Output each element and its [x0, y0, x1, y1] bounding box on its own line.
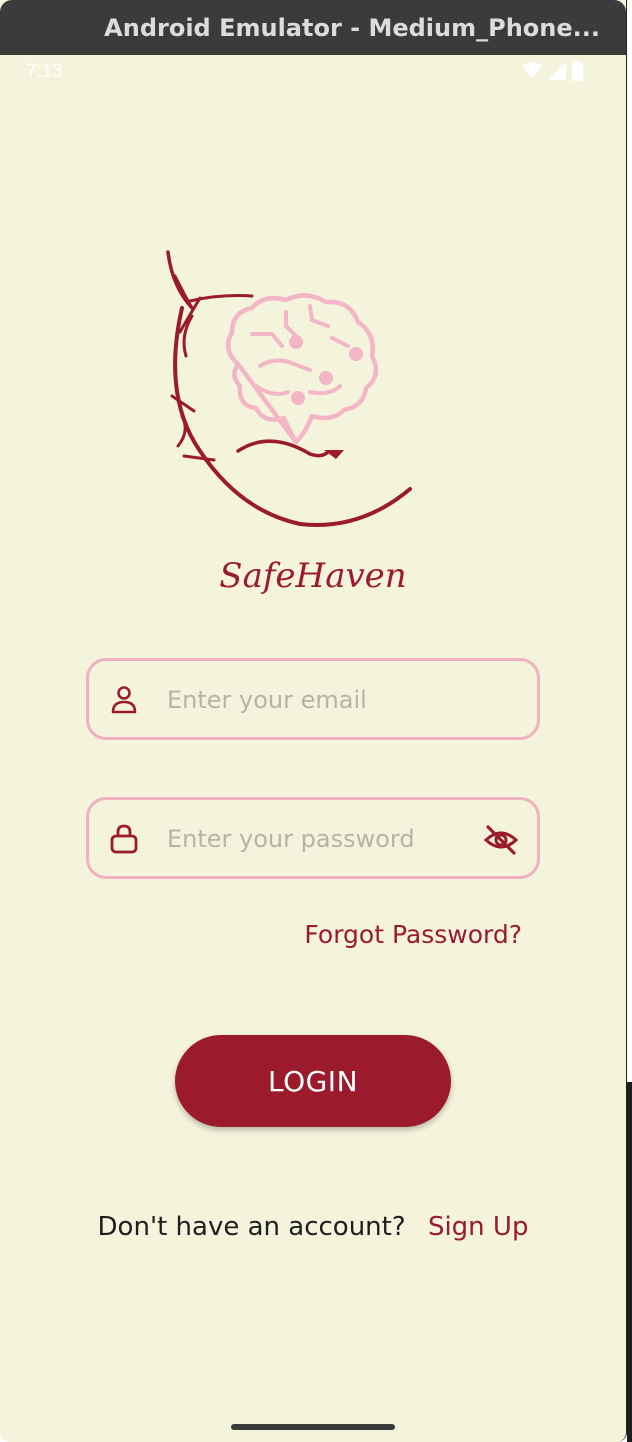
email-field[interactable] [86, 658, 540, 740]
app-name: SafeHaven [219, 556, 407, 596]
safehaven-logo [166, 250, 412, 527]
status-icons [522, 61, 584, 81]
window-edge [627, 1082, 632, 1442]
lock-icon [110, 824, 138, 854]
email-input[interactable] [165, 679, 489, 721]
status-time: 7:13 [26, 61, 63, 82]
forgot-password-link[interactable]: Forgot Password? [304, 920, 522, 949]
window-titlebar: Android Emulator - Medium_Phone... [0, 0, 626, 55]
emulator-window: Android Emulator - Medium_Phone... 7:13 [0, 0, 627, 1442]
login-button[interactable]: LOGIN [175, 1035, 451, 1127]
eye-off-icon[interactable] [483, 822, 519, 858]
wifi-icon [522, 62, 542, 79]
signup-question: Don't have an account? [97, 1212, 406, 1242]
signal-icon [548, 62, 566, 80]
home-indicator[interactable] [231, 1424, 395, 1430]
window-title: Android Emulator - Medium_Phone... [104, 13, 600, 42]
status-bar: 7:13 [0, 55, 626, 91]
sign-up-link[interactable]: Sign Up [428, 1212, 529, 1242]
battery-icon [572, 61, 583, 81]
password-field[interactable] [86, 797, 540, 879]
person-icon [111, 686, 137, 714]
signup-row: Don't have an account? Sign Up [0, 1212, 626, 1242]
password-input[interactable] [165, 818, 489, 860]
